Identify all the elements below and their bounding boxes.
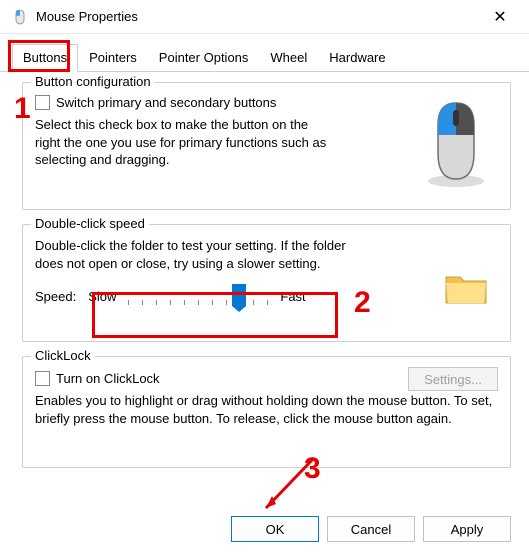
clicklock-settings-button: Settings...: [408, 367, 498, 391]
group-button-config: Button configuration Switch primary and …: [22, 82, 511, 210]
fast-label: Fast: [280, 289, 305, 304]
apply-button[interactable]: Apply: [423, 516, 511, 542]
window-title: Mouse Properties: [36, 9, 479, 24]
speed-label: Speed:: [35, 289, 76, 304]
group-label-double-click: Double-click speed: [31, 216, 149, 231]
checkbox-clicklock[interactable]: [35, 371, 50, 386]
slider-thumb[interactable]: [232, 284, 246, 306]
tab-wheel[interactable]: Wheel: [259, 44, 318, 71]
tab-buttons[interactable]: Buttons: [12, 44, 78, 72]
folder-test-icon[interactable]: [444, 269, 488, 307]
titlebar: Mouse Properties ✕: [0, 0, 529, 34]
mouse-preview-image: [420, 97, 492, 189]
footer-buttons: OK Cancel Apply: [231, 516, 511, 542]
group-double-click: Double-click speed Double-click the fold…: [22, 224, 511, 342]
cancel-button[interactable]: Cancel: [327, 516, 415, 542]
close-button[interactable]: ✕: [479, 2, 521, 32]
mouse-icon: [12, 9, 28, 25]
tab-strip: Buttons Pointers Pointer Options Wheel H…: [0, 34, 529, 72]
button-config-description: Select this check box to make the button…: [35, 116, 335, 169]
checkbox-clicklock-label: Turn on ClickLock: [56, 371, 160, 386]
checkbox-switch-buttons[interactable]: [35, 95, 50, 110]
double-click-description: Double-click the folder to test your set…: [35, 237, 375, 272]
clicklock-description: Enables you to highlight or drag without…: [35, 392, 495, 427]
group-label-clicklock: ClickLock: [31, 348, 95, 363]
group-clicklock: ClickLock Turn on ClickLock Settings... …: [22, 356, 511, 468]
ok-button[interactable]: OK: [231, 516, 319, 542]
content-area: Button configuration Switch primary and …: [0, 72, 529, 492]
double-click-slider[interactable]: [128, 286, 268, 306]
tab-pointers[interactable]: Pointers: [78, 44, 148, 71]
tab-hardware[interactable]: Hardware: [318, 44, 396, 71]
slow-label: Slow: [88, 289, 116, 304]
tab-pointer-options[interactable]: Pointer Options: [148, 44, 260, 71]
checkbox-switch-buttons-label: Switch primary and secondary buttons: [56, 95, 276, 110]
group-label-button-config: Button configuration: [31, 74, 155, 89]
